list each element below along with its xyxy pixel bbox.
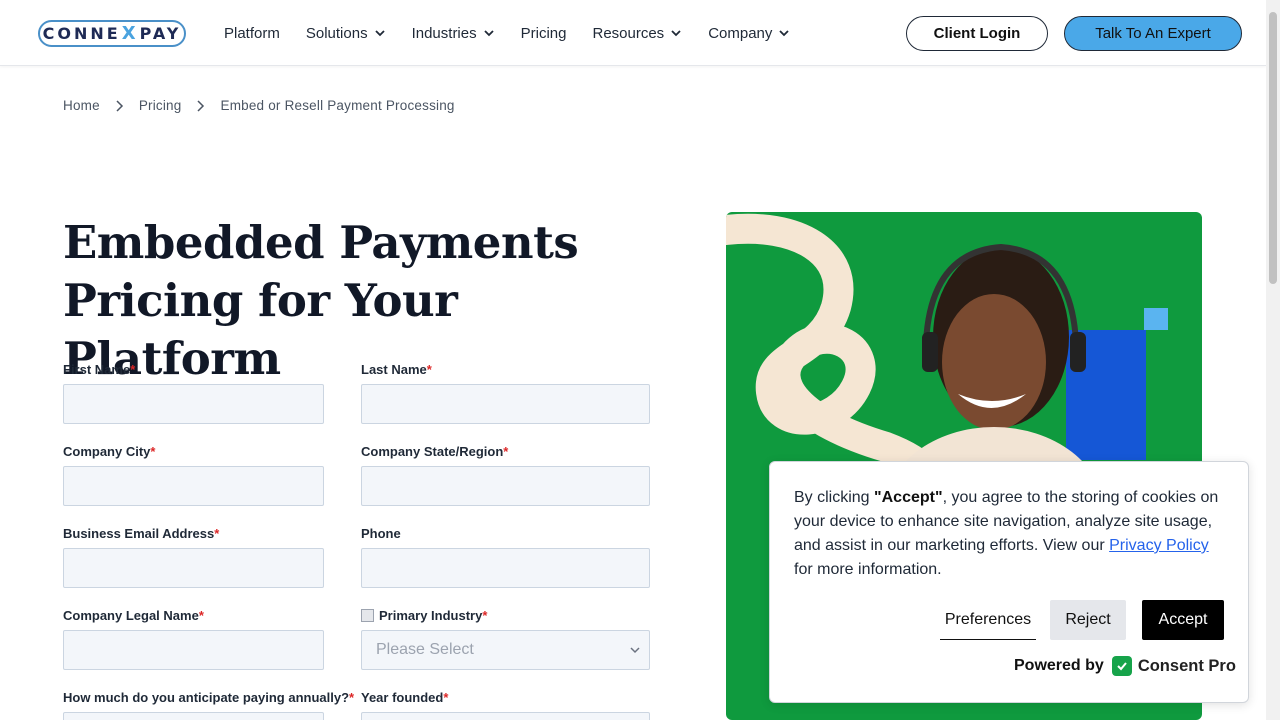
founded-label: Year founded* bbox=[361, 690, 448, 705]
year-founded-field[interactable] bbox=[361, 712, 650, 720]
nav-label: Company bbox=[708, 24, 773, 42]
required-mark: * bbox=[443, 690, 449, 705]
label-text: Company Legal Name bbox=[63, 608, 199, 623]
required-mark: * bbox=[150, 444, 156, 459]
site-header: CONNE X PAY Platform Solutions Industrie… bbox=[0, 0, 1266, 66]
chevron-down-icon bbox=[630, 647, 640, 654]
annual-label: How much do you anticipate paying annual… bbox=[63, 690, 354, 705]
last-name-label: Last Name* bbox=[361, 362, 432, 377]
breadcrumb-home[interactable]: Home bbox=[63, 98, 100, 113]
connexpay-logo[interactable]: CONNE X PAY bbox=[38, 20, 186, 47]
label-text: Primary Industry bbox=[379, 608, 483, 623]
required-mark: * bbox=[214, 526, 220, 541]
industry-label: Primary Industry* bbox=[361, 608, 487, 623]
powered-by-label: Powered by bbox=[1014, 657, 1104, 674]
breadcrumb: Home Pricing Embed or Resell Payment Pro… bbox=[63, 98, 455, 113]
nav-label: Resources bbox=[592, 24, 665, 42]
chevron-down-icon bbox=[671, 30, 681, 37]
title-line-1: Embedded Payments bbox=[63, 216, 579, 269]
label-text: Company City bbox=[63, 444, 151, 459]
label-text: Phone bbox=[361, 526, 401, 541]
legal-name-label: Company Legal Name* bbox=[63, 608, 204, 623]
nav-label: Solutions bbox=[305, 24, 368, 42]
accept-button[interactable]: Accept bbox=[1142, 600, 1224, 640]
email-label: Business Email Address* bbox=[63, 526, 219, 541]
label-text: Company State/Region bbox=[361, 444, 504, 459]
breadcrumb-current: Embed or Resell Payment Processing bbox=[220, 98, 455, 113]
nav-item-industries[interactable]: Industries bbox=[412, 25, 495, 42]
first-name-label: First Name* bbox=[63, 362, 135, 377]
chevron-down-icon bbox=[374, 30, 385, 37]
nav-label: Pricing bbox=[520, 24, 567, 42]
required-mark: * bbox=[198, 608, 204, 623]
required-mark: * bbox=[130, 362, 136, 377]
breadcrumb-pricing[interactable]: Pricing bbox=[139, 98, 182, 113]
city-label: Company City* bbox=[63, 444, 155, 459]
cookie-text: By clicking bbox=[794, 489, 875, 506]
company-legal-name-field[interactable] bbox=[63, 630, 324, 670]
state-label: Company State/Region* bbox=[361, 444, 508, 459]
business-email-field[interactable] bbox=[63, 548, 324, 588]
nav-label: Industries bbox=[411, 24, 477, 42]
powered-by: Powered by Consent Pro bbox=[1014, 656, 1236, 676]
nav-item-solutions[interactable]: Solutions bbox=[306, 25, 386, 42]
privacy-policy-link[interactable]: Privacy Policy bbox=[1109, 537, 1209, 554]
chevron-down-icon bbox=[483, 30, 494, 37]
scrollbar-thumb[interactable] bbox=[1269, 12, 1277, 284]
talk-to-expert-button[interactable]: Talk To An Expert bbox=[1064, 16, 1242, 51]
label-text: First Name bbox=[63, 362, 131, 377]
nav-label: Platform bbox=[224, 24, 280, 42]
nav-item-pricing[interactable]: Pricing bbox=[521, 25, 567, 42]
reject-button[interactable]: Reject bbox=[1050, 600, 1126, 640]
client-login-button[interactable]: Client Login bbox=[906, 16, 1048, 51]
last-name-field[interactable] bbox=[361, 384, 650, 424]
required-mark: * bbox=[349, 690, 355, 705]
annual-spend-field[interactable] bbox=[63, 712, 324, 720]
main-nav: Platform Solutions Industries Pricing Re… bbox=[224, 0, 816, 66]
label-text: How much do you anticipate paying annual… bbox=[63, 690, 350, 705]
building-icon bbox=[361, 609, 374, 622]
cookie-text-bold: "Accept" bbox=[874, 489, 943, 506]
chevron-right-icon bbox=[116, 99, 123, 112]
logo-x: X bbox=[121, 23, 139, 44]
nav-item-platform[interactable]: Platform bbox=[224, 25, 280, 42]
required-mark: * bbox=[482, 608, 488, 623]
cookie-message: By clicking "Accept", you agree to the s… bbox=[794, 486, 1226, 582]
preferences-button[interactable]: Preferences bbox=[940, 600, 1036, 640]
chevron-down-icon bbox=[779, 30, 790, 37]
cookie-consent-banner: By clicking "Accept", you agree to the s… bbox=[769, 461, 1249, 703]
logo-text-left: CONNE bbox=[42, 24, 121, 43]
phone-field[interactable] bbox=[361, 548, 650, 588]
cookie-text: for more information. bbox=[794, 561, 942, 578]
select-placeholder: Please Select bbox=[376, 641, 474, 658]
phone-label: Phone bbox=[361, 526, 401, 541]
page-scrollbar[interactable] bbox=[1266, 0, 1280, 720]
nav-item-resources[interactable]: Resources bbox=[592, 25, 682, 42]
consent-pro-brand[interactable]: Consent Pro bbox=[1138, 657, 1236, 676]
label-text: Last Name bbox=[361, 362, 427, 377]
nav-item-company[interactable]: Company bbox=[708, 25, 790, 42]
logo-text-right: PAY bbox=[139, 24, 182, 43]
chevron-right-icon bbox=[197, 99, 205, 112]
company-state-field[interactable] bbox=[361, 466, 650, 506]
first-name-field[interactable] bbox=[63, 384, 324, 424]
label-text: Year founded bbox=[361, 690, 444, 705]
label-text: Business Email Address bbox=[63, 526, 215, 541]
consent-pro-icon bbox=[1111, 656, 1132, 676]
required-mark: * bbox=[426, 362, 432, 377]
primary-industry-select[interactable]: Please Select bbox=[361, 630, 650, 670]
required-mark: * bbox=[503, 444, 509, 459]
company-city-field[interactable] bbox=[63, 466, 324, 506]
